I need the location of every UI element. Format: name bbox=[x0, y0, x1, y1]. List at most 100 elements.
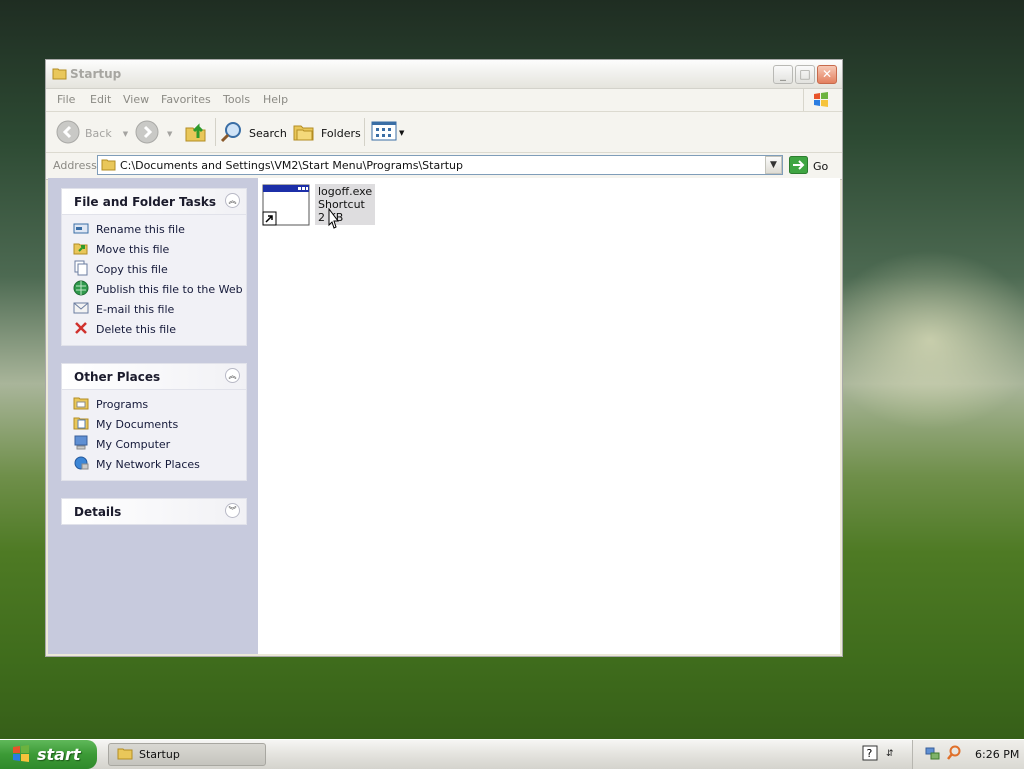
toolbar-separator bbox=[215, 118, 216, 146]
panel-title: Other Places bbox=[74, 370, 161, 384]
taskbar-window-startup[interactable]: Startup bbox=[108, 743, 266, 766]
windows-logo-icon bbox=[11, 744, 31, 765]
views-icon bbox=[371, 120, 397, 145]
svg-text:?: ? bbox=[867, 747, 873, 760]
folders-label: Folders bbox=[321, 127, 361, 140]
folders-button[interactable]: Folders bbox=[292, 120, 361, 147]
place-programs[interactable]: Programs bbox=[62, 394, 246, 414]
folder-icon bbox=[73, 395, 89, 414]
folder-icon bbox=[52, 67, 67, 83]
task-copy[interactable]: Copy this file bbox=[62, 259, 246, 279]
address-dropdown-button[interactable]: ▼ bbox=[765, 156, 782, 174]
folders-icon bbox=[292, 120, 316, 147]
details-header[interactable]: Details ︾ bbox=[62, 499, 246, 524]
close-button[interactable]: ✕ bbox=[817, 65, 837, 84]
network-tray-icon[interactable] bbox=[925, 745, 941, 764]
taskbar-window-label: Startup bbox=[139, 748, 180, 761]
toolbar-separator bbox=[364, 118, 365, 146]
place-my-documents[interactable]: My Documents bbox=[62, 414, 246, 434]
menu-bar: File Edit View Favorites Tools Help bbox=[46, 89, 842, 112]
notification-icons: ? ⇵ bbox=[862, 745, 894, 764]
wallpaper-glow bbox=[820, 250, 1024, 430]
up-folder-icon bbox=[184, 120, 208, 147]
folder-icon bbox=[117, 747, 133, 763]
task-email[interactable]: E-mail this file bbox=[62, 299, 246, 319]
start-label: start bbox=[37, 745, 81, 764]
other-places-panel: Other Places ︽ Programs My Documents My … bbox=[61, 363, 247, 481]
forward-arrow-icon bbox=[135, 120, 159, 147]
system-tray: 6:26 PM bbox=[912, 740, 1024, 769]
delete-icon bbox=[73, 320, 89, 339]
chevron-down-icon: ▼ bbox=[399, 128, 405, 137]
search-button[interactable]: Search bbox=[220, 120, 287, 147]
search-tray-icon[interactable] bbox=[946, 745, 962, 764]
back-label: Back bbox=[85, 127, 112, 140]
place-my-computer[interactable]: My Computer bbox=[62, 434, 246, 454]
views-button[interactable]: ▼ bbox=[371, 120, 404, 145]
start-button[interactable]: start bbox=[0, 740, 97, 769]
collapse-chevron-icon[interactable]: ︽ bbox=[225, 193, 240, 208]
expand-chevron-icon[interactable]: ︾ bbox=[225, 503, 240, 518]
task-delete[interactable]: Delete this file bbox=[62, 319, 246, 339]
address-input[interactable]: C:\Documents and Settings\VM2\Start Menu… bbox=[97, 155, 783, 175]
go-button[interactable]: Go bbox=[789, 156, 828, 177]
place-label: Programs bbox=[96, 397, 149, 411]
panel-title: File and Folder Tasks bbox=[74, 195, 217, 209]
maximize-button[interactable]: □ bbox=[795, 65, 815, 84]
computer-icon bbox=[73, 435, 89, 454]
restore-arrows-icon[interactable]: ⇵ bbox=[886, 750, 894, 759]
task-label: E-mail this file bbox=[96, 302, 175, 316]
task-label: Publish this file to the Web bbox=[96, 282, 243, 296]
search-label: Search bbox=[249, 127, 287, 140]
task-label: Rename this file bbox=[96, 222, 185, 236]
menu-help[interactable]: Help bbox=[263, 93, 288, 106]
menu-favorites[interactable]: Favorites bbox=[161, 93, 211, 106]
task-move[interactable]: Move this file bbox=[62, 239, 246, 259]
shortcut-file-icon bbox=[262, 184, 310, 226]
place-label: My Network Places bbox=[96, 457, 200, 471]
collapse-chevron-icon[interactable]: ︽ bbox=[225, 368, 240, 383]
menu-edit[interactable]: Edit bbox=[90, 93, 111, 106]
title-bar[interactable]: Startup _ □ ✕ bbox=[46, 60, 842, 89]
standard-toolbar: Back ▼ ▼ Search Folders ▼ bbox=[46, 112, 842, 153]
explorer-window[interactable]: Startup _ □ ✕ File Edit View Favorites T… bbox=[45, 59, 843, 657]
menu-view[interactable]: View bbox=[123, 93, 149, 106]
go-label: Go bbox=[813, 160, 829, 173]
help-icon[interactable]: ? bbox=[862, 745, 878, 764]
globe-icon bbox=[73, 280, 89, 299]
mouse-pointer-icon bbox=[325, 207, 341, 235]
other-places-header[interactable]: Other Places ︽ bbox=[62, 364, 246, 390]
place-label: My Computer bbox=[96, 437, 171, 451]
copy-icon bbox=[73, 260, 89, 279]
minimize-button[interactable]: _ bbox=[773, 65, 793, 84]
window-title: Startup bbox=[70, 67, 122, 81]
windows-flag-icon bbox=[803, 89, 840, 111]
place-my-network-places[interactable]: My Network Places bbox=[62, 454, 246, 474]
address-bar: Address C:\Documents and Settings\VM2\St… bbox=[46, 153, 842, 180]
task-label: Move this file bbox=[96, 242, 170, 256]
task-label: Delete this file bbox=[96, 322, 176, 336]
file-folder-tasks-header[interactable]: File and Folder Tasks ︽ bbox=[62, 189, 246, 215]
menu-file[interactable]: File bbox=[57, 93, 75, 106]
details-panel: Details ︾ bbox=[61, 498, 247, 525]
panel-title: Details bbox=[74, 505, 122, 519]
forward-button[interactable]: ▼ bbox=[135, 120, 172, 147]
rename-icon bbox=[73, 220, 89, 239]
task-publish[interactable]: Publish this file to the Web bbox=[62, 279, 246, 299]
system-clock: 6:26 PM bbox=[975, 748, 1020, 761]
file-list-view[interactable]: logoff.exe Shortcut 2 KB bbox=[258, 178, 840, 654]
file-folder-tasks-panel: File and Folder Tasks ︽ Rename this file… bbox=[61, 188, 247, 346]
task-pane: File and Folder Tasks ︽ Rename this file… bbox=[48, 178, 258, 654]
up-folder-button[interactable] bbox=[184, 120, 208, 147]
task-rename[interactable]: Rename this file bbox=[62, 219, 246, 239]
back-button[interactable]: Back ▼ bbox=[56, 120, 128, 147]
address-label: Address bbox=[53, 159, 97, 172]
go-arrow-icon bbox=[789, 156, 808, 177]
chevron-down-icon: ▼ bbox=[167, 129, 173, 138]
file-label: logoff.exe Shortcut 2 KB bbox=[315, 184, 376, 225]
menu-tools[interactable]: Tools bbox=[223, 93, 250, 106]
email-icon bbox=[73, 300, 89, 319]
explorer-content: File and Folder Tasks ︽ Rename this file… bbox=[48, 178, 840, 654]
taskbar: start Startup ? ⇵ 6:26 PM bbox=[0, 739, 1024, 769]
move-icon bbox=[73, 240, 89, 259]
